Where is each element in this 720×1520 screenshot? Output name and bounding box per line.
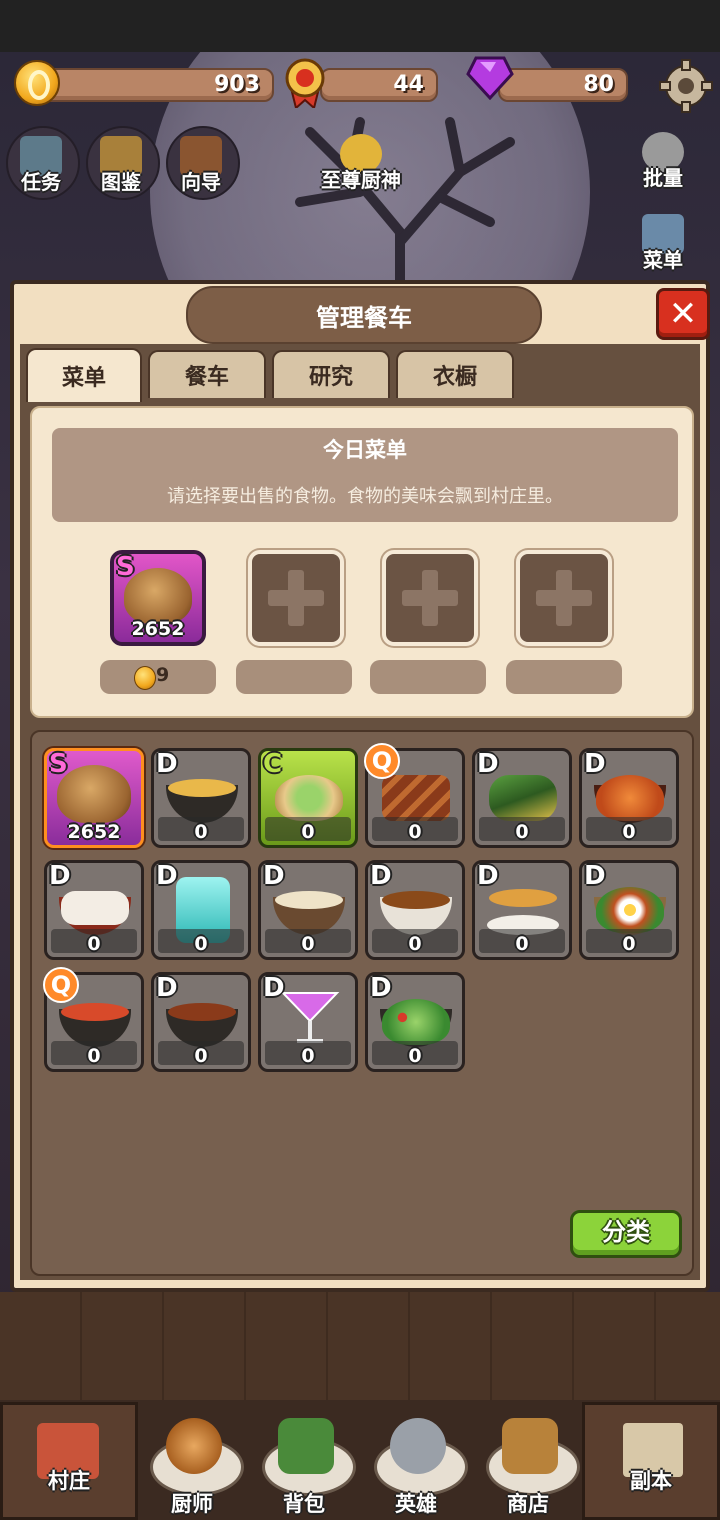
tab-menu[interactable]: 菜单 <box>26 348 142 402</box>
nav-shop[interactable]: 商店 <box>472 1408 584 1520</box>
soup-bowl-icon <box>61 1003 129 1021</box>
food-grid: S 2652 D 0 C 0 Q 0 D 0 D 0 D 0 D 0 D 0 D… <box>30 730 694 1276</box>
tab-truck[interactable]: 餐车 <box>148 350 266 398</box>
food-card-rice-soup[interactable]: D 0 <box>258 860 358 960</box>
plus-icon <box>288 570 304 626</box>
slot-1-price: 9 <box>100 660 216 694</box>
todays-menu-description: 请选择要出售的食物。食物的美味会飘到村庄里。 <box>167 486 563 507</box>
settings-gear-icon[interactable] <box>658 58 714 114</box>
coin-icon <box>14 60 60 106</box>
pancake-icon <box>596 775 664 821</box>
stew-bowl-icon <box>382 891 450 909</box>
food-card-green-onion[interactable]: D 0 <box>472 748 572 848</box>
nav-village[interactable]: 村庄 <box>0 1402 138 1520</box>
nav-dungeon[interactable]: 副本 <box>582 1402 720 1520</box>
plus-icon <box>422 570 438 626</box>
food-card-spicy-soup[interactable]: Q 0 <box>43 967 144 1072</box>
menu-slot-3[interactable] <box>382 550 478 646</box>
sort-button[interactable]: 分类 <box>570 1210 682 1258</box>
food-card-stew[interactable]: D 0 <box>365 860 465 960</box>
roast-chicken-icon <box>166 1418 222 1474</box>
todays-menu-section: 今日菜单 请选择要出售的食物。食物的美味会飘到村庄里。 S 2652 9 <box>30 406 694 718</box>
treasure-chest-icon <box>502 1418 558 1474</box>
food-card-pizza[interactable]: C 0 <box>258 748 358 848</box>
food-card-salad[interactable]: D 0 <box>365 972 465 1072</box>
meat-bowl-icon <box>168 1003 236 1021</box>
teacup-icon <box>489 889 557 907</box>
food-card-bibimbap[interactable]: D 0 <box>579 860 679 960</box>
sushi-icon <box>61 891 129 925</box>
gem-value: 80 <box>583 72 614 97</box>
bottom-navigation: 村庄 厨师 背包 英雄 商店 副本 <box>0 1400 720 1520</box>
tab-research[interactable]: 研究 <box>272 350 390 398</box>
status-bar <box>0 0 720 52</box>
hud-menu-button[interactable]: 菜单 <box>628 204 698 274</box>
food-card-skewers[interactable]: Q 0 <box>364 743 465 848</box>
backpack-icon <box>278 1418 334 1474</box>
food-card-braised-meat[interactable]: D 0 <box>151 972 251 1072</box>
soup-bowl-icon <box>275 891 343 909</box>
food-card-tea[interactable]: D 0 <box>472 860 572 960</box>
plus-icon <box>556 570 572 626</box>
menu-slot-4[interactable] <box>516 550 612 646</box>
nav-backpack[interactable]: 背包 <box>248 1408 360 1520</box>
bread-icon <box>57 765 131 823</box>
medal-counter: 44 <box>280 58 450 108</box>
food-card-sushi[interactable]: D 0 <box>44 860 144 960</box>
todays-menu-info: 今日菜单 请选择要出售的食物。食物的美味会飘到村庄里。 <box>52 428 678 522</box>
tab-wardrobe[interactable]: 衣橱 <box>396 350 514 398</box>
manage-food-truck-panel: 管理餐车 ✕ 菜单 餐车 研究 衣橱 今日菜单 请选择要出售的食物。食物的美味会… <box>10 280 710 1292</box>
medal-icon <box>285 58 325 108</box>
slot-2-price <box>236 660 352 694</box>
slot-3-price <box>370 660 486 694</box>
salad-icon <box>382 999 450 1045</box>
food-card-bread[interactable]: S 2652 <box>44 748 144 848</box>
close-icon: ✕ <box>668 294 698 334</box>
food-card-blue-drink[interactable]: D 0 <box>151 860 251 960</box>
menu-slot-2[interactable] <box>248 550 344 646</box>
cocktail-icon <box>280 992 340 1043</box>
coin-counter: 903 <box>12 60 274 106</box>
hud-supreme-chef-button[interactable]: 至尊厨神 <box>321 124 401 194</box>
skewer-icon <box>382 775 450 821</box>
wooden-floor <box>0 1292 720 1402</box>
coin-icon <box>134 666 156 690</box>
menu-slot-1[interactable]: S 2652 <box>110 550 206 646</box>
gem-icon <box>466 56 514 100</box>
slot-quantity: 2652 <box>131 618 185 640</box>
nav-chef[interactable]: 厨师 <box>136 1408 248 1520</box>
green-onion-icon <box>489 775 557 821</box>
todays-menu-title: 今日菜单 <box>323 438 407 462</box>
close-button[interactable]: ✕ <box>656 288 710 340</box>
hud-collection-button[interactable]: 图鉴 <box>86 126 160 200</box>
hud-batch-button[interactable]: 批量 <box>628 122 698 192</box>
food-card-cocktail[interactable]: D 0 <box>258 972 358 1072</box>
nav-heroes[interactable]: 英雄 <box>360 1408 472 1520</box>
medal-value: 44 <box>393 72 424 97</box>
food-card-corn-soup[interactable]: D 0 <box>151 748 251 848</box>
bibimbap-icon <box>596 887 664 933</box>
food-card-kimchi-pancake[interactable]: D 0 <box>579 748 679 848</box>
panel-title: 管理餐车 <box>186 286 542 344</box>
hud-quest-button[interactable]: 任务 <box>6 126 80 200</box>
knight-helmet-icon <box>390 1418 446 1474</box>
slot-4-price <box>506 660 622 694</box>
coin-value: 903 <box>214 72 260 97</box>
grade-badge: S <box>116 552 135 582</box>
pizza-icon <box>275 775 343 821</box>
gem-counter: 80 <box>466 56 628 102</box>
hud-guide-button[interactable]: 向导 <box>166 126 240 200</box>
